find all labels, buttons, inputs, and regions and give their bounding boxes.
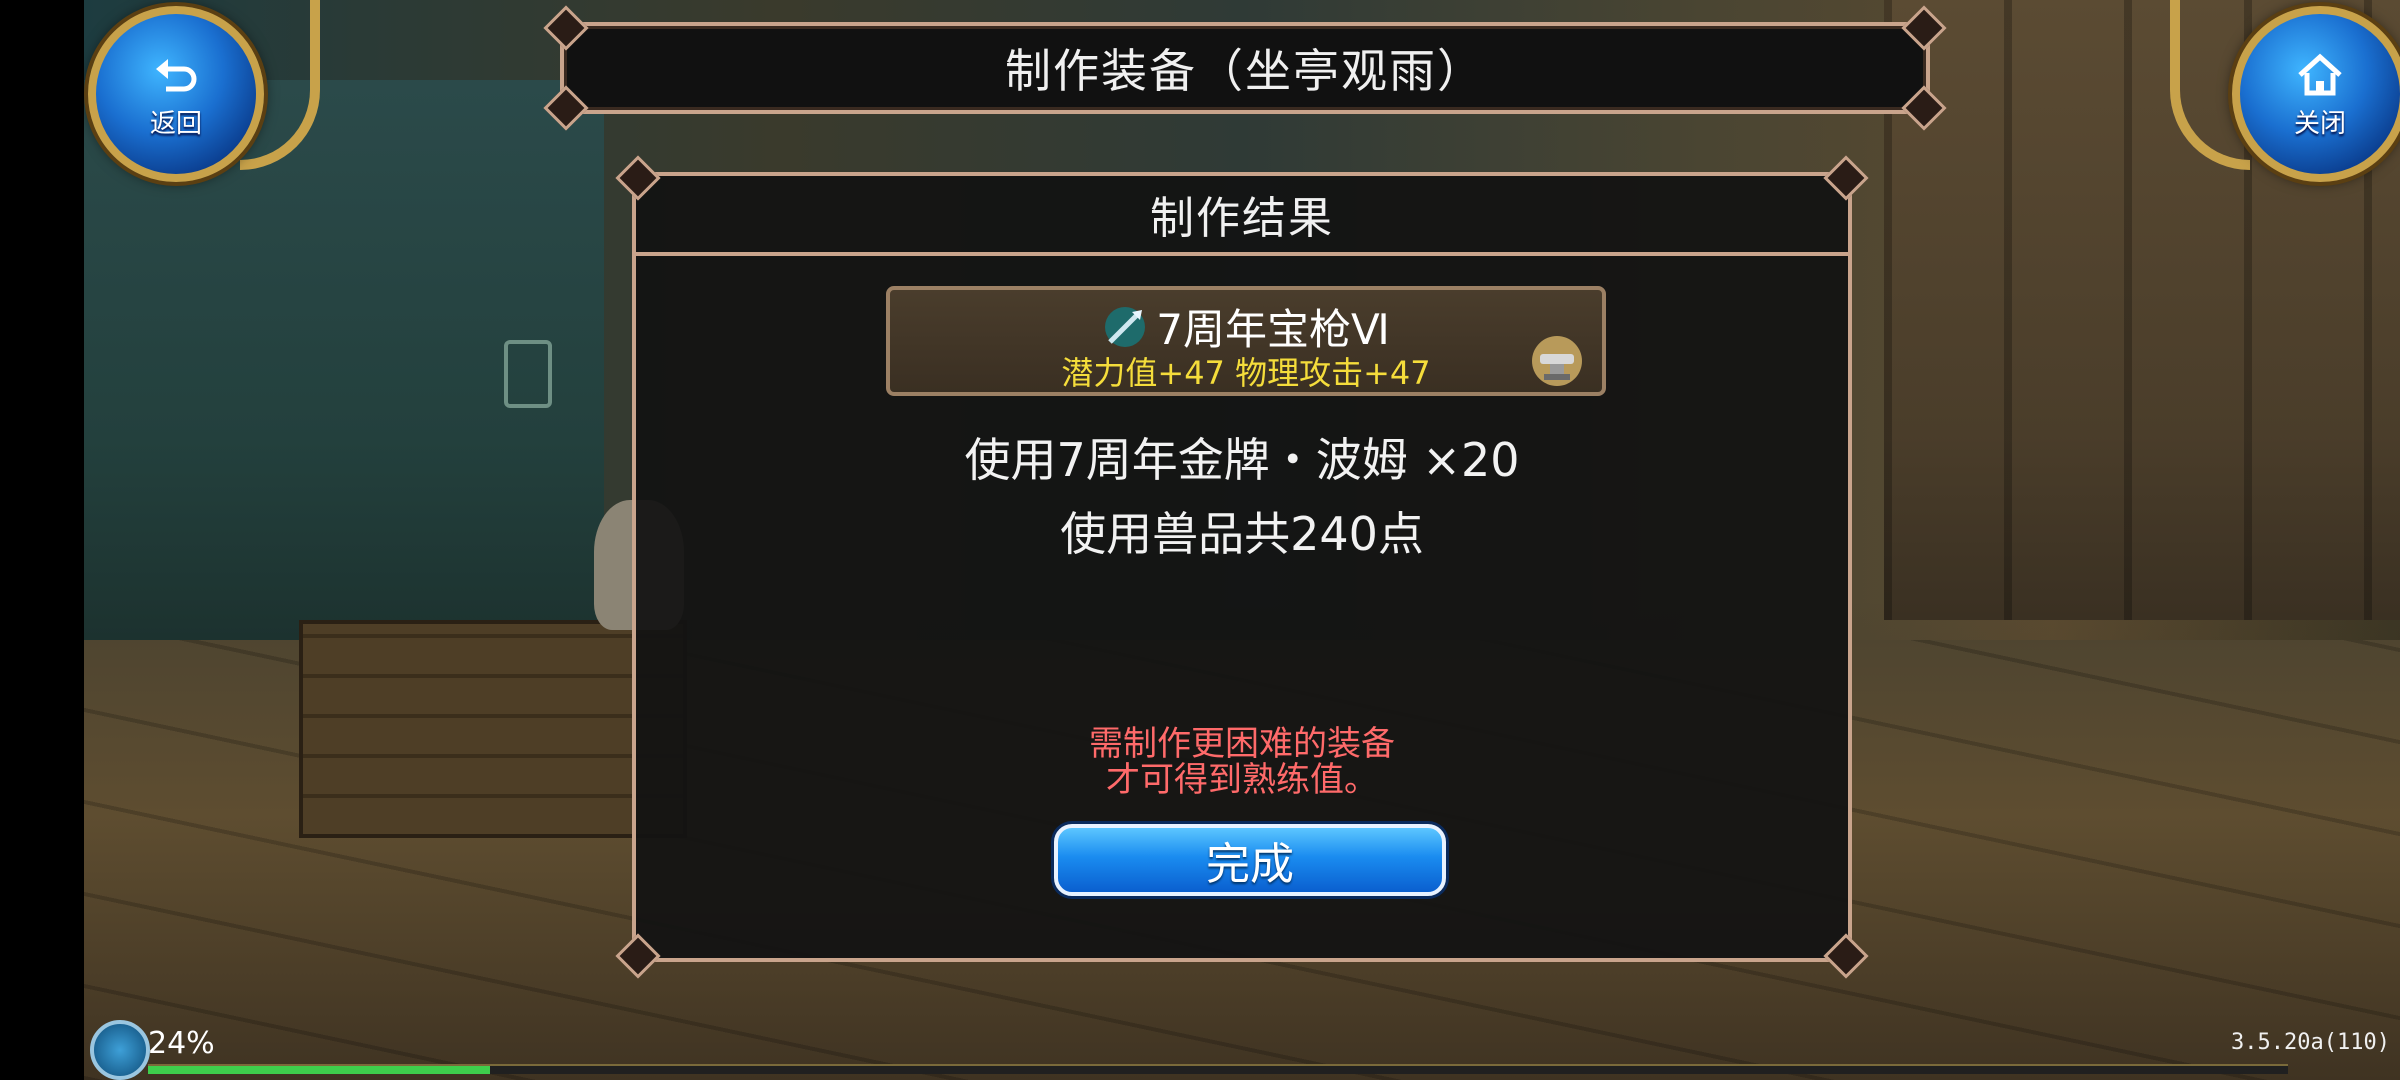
back-button-label: 返回: [149, 108, 202, 139]
material-used-text: 使用7周年金牌・波姆 ×20: [964, 433, 1520, 487]
done-button[interactable]: 完成: [1054, 824, 1446, 896]
page-title: 制作装备（坐亭观雨）: [1005, 44, 1485, 98]
close-button[interactable]: 关闭: [2232, 6, 2400, 182]
scene-lamp: [504, 340, 552, 408]
close-button-label: 关闭: [2293, 108, 2346, 139]
done-button-label: 完成: [1206, 839, 1294, 890]
page-title-bar: 制作装备（坐亭观雨）: [543, 5, 1947, 131]
exp-progress-fill: [148, 1066, 491, 1074]
scene-crate: [299, 620, 687, 838]
spear-icon: [1105, 306, 1146, 347]
warning-text-line2: 才可得到熟练值。: [1106, 760, 1378, 800]
exp-percent: 24%: [148, 1026, 215, 1061]
anvil-icon[interactable]: [1530, 334, 1584, 388]
points-used-text: 使用兽品共240点: [1060, 507, 1424, 561]
home-icon: [2298, 53, 2342, 95]
back-button[interactable]: 返回: [88, 6, 264, 182]
crafted-item-card[interactable]: 7周年宝枪Ⅵ 潜力值+47 物理攻击+47: [886, 286, 1606, 396]
exp-progress-bar: [148, 1064, 2288, 1074]
exp-orb-icon: [90, 1020, 150, 1080]
panel-header: 制作结果: [636, 176, 1848, 256]
item-stats: 潜力值+47 物理攻击+47: [1061, 354, 1431, 392]
panel-title: 制作结果: [1150, 193, 1334, 244]
back-arrow-icon: [156, 58, 197, 91]
craft-result-panel: 制作结果 7周年宝枪Ⅵ 潜力值+47 物理攻击+47 使用7周年金牌・波姆 ×2…: [615, 155, 1869, 979]
version-label: 3.5.20a(110): [2231, 1030, 2390, 1055]
